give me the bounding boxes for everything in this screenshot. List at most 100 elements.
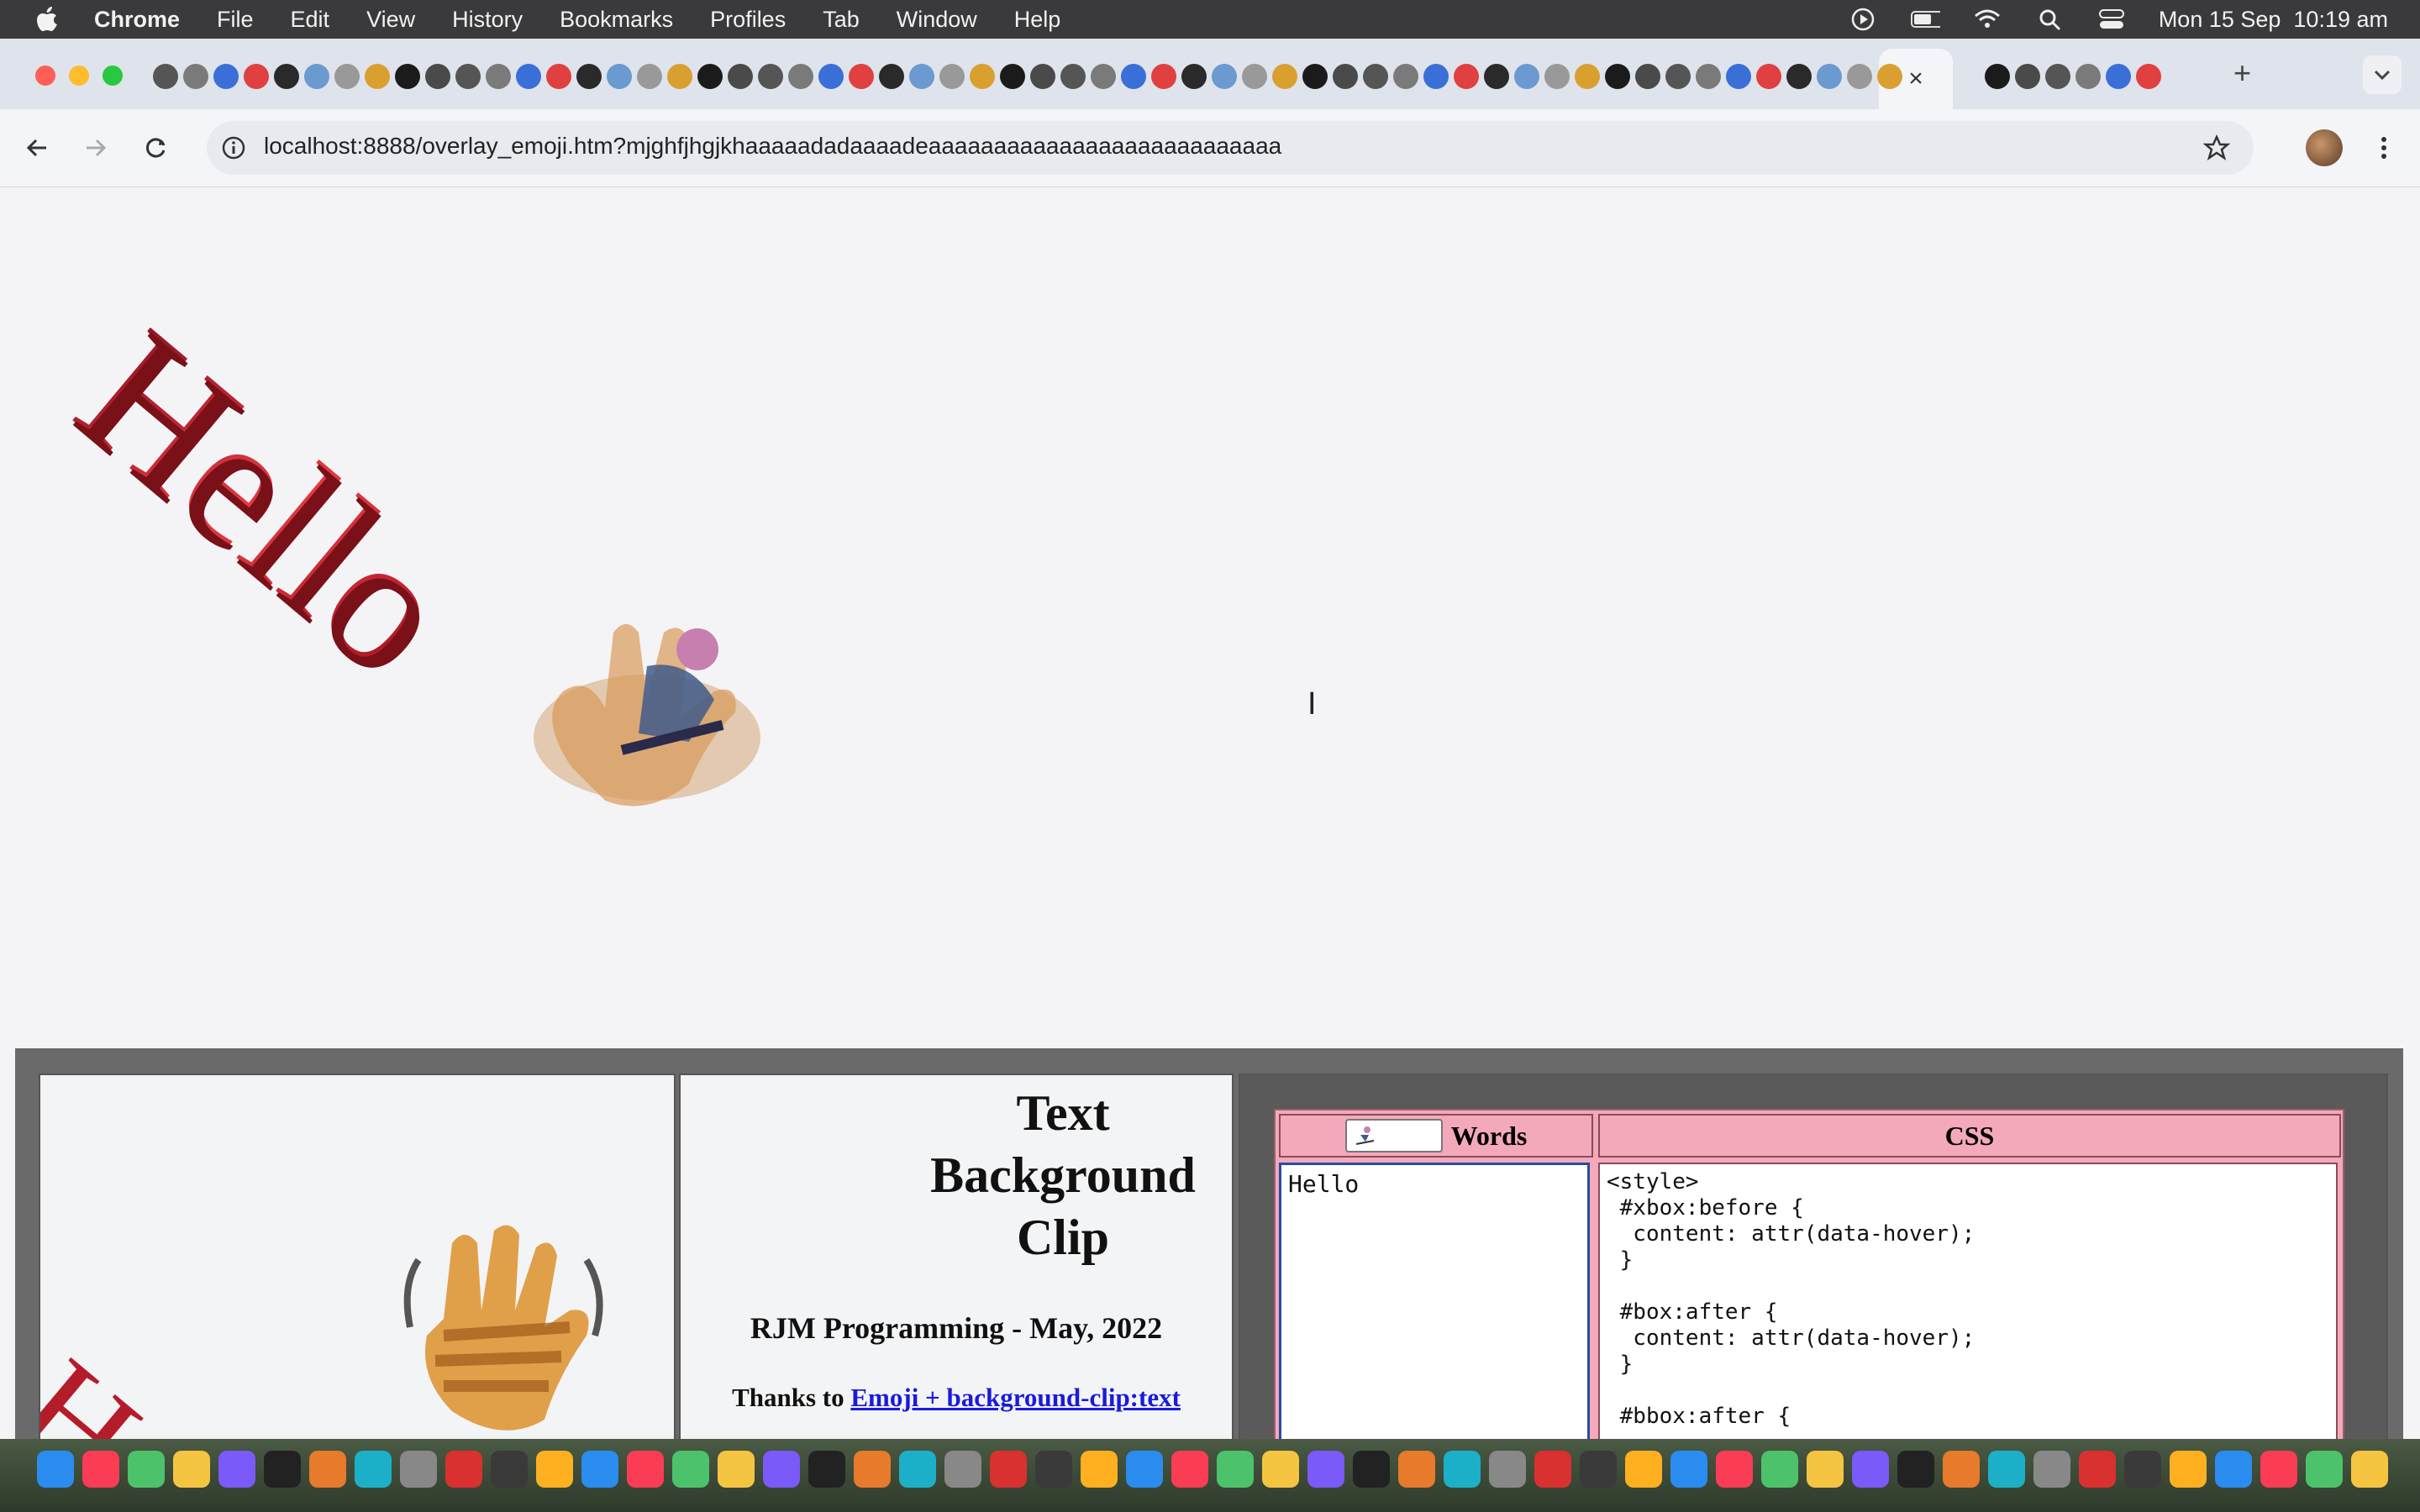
pinned-tab-favicon[interactable]	[909, 64, 934, 89]
pinned-tab-favicon[interactable]	[2045, 64, 2070, 89]
words-textarea[interactable]: Hello	[1279, 1163, 1590, 1439]
dock-app-icon[interactable]	[445, 1451, 482, 1488]
pinned-tab-favicon[interactable]	[334, 64, 360, 89]
menu-help[interactable]: Help	[1014, 7, 1061, 33]
dock-app-icon[interactable]	[672, 1451, 709, 1488]
pinned-tab-favicon[interactable]	[939, 64, 965, 89]
pinned-tab-favicon[interactable]	[395, 64, 420, 89]
dock-app-icon[interactable]	[82, 1451, 119, 1488]
pinned-tab-favicon[interactable]	[516, 64, 541, 89]
pinned-tab-favicon[interactable]	[1696, 64, 1721, 89]
pinned-tab-favicon[interactable]	[607, 64, 632, 89]
pinned-tab-favicon[interactable]	[1212, 64, 1237, 89]
css-textarea[interactable]: <style> #xbox:before { content: attr(dat…	[1598, 1163, 2338, 1439]
dock-app-icon[interactable]	[1670, 1451, 1707, 1488]
pinned-tab-favicon[interactable]	[2075, 64, 2101, 89]
pinned-tab-favicon[interactable]	[849, 64, 874, 89]
pinned-tab-favicon[interactable]	[576, 64, 602, 89]
pinned-tab-favicon[interactable]	[697, 64, 723, 89]
dock-app-icon[interactable]	[264, 1451, 301, 1488]
menu-file[interactable]: File	[217, 7, 254, 33]
pinned-tab-favicon[interactable]	[213, 64, 239, 89]
dock-app-icon[interactable]	[1943, 1451, 1980, 1488]
dock-app-icon[interactable]	[309, 1451, 346, 1488]
dock-app-icon[interactable]	[355, 1451, 392, 1488]
pinned-tab-favicon[interactable]	[1000, 64, 1025, 89]
dock-app-icon[interactable]	[37, 1451, 74, 1488]
pinned-tab-favicon[interactable]	[1151, 64, 1176, 89]
profile-avatar[interactable]	[2306, 129, 2343, 166]
pinned-tab-favicon[interactable]	[546, 64, 571, 89]
dock-app-icon[interactable]	[581, 1451, 618, 1488]
pinned-tab-favicon[interactable]	[1484, 64, 1509, 89]
dock-app-icon[interactable]	[1625, 1451, 1662, 1488]
pinned-tab-favicon[interactable]	[1393, 64, 1418, 89]
dock-app-icon[interactable]	[1852, 1451, 1889, 1488]
spotlight-search-icon[interactable]	[2034, 7, 2065, 32]
emoji-select[interactable]	[1344, 1119, 1443, 1152]
dock-app-icon[interactable]	[2033, 1451, 2070, 1488]
pinned-tab-favicon[interactable]	[153, 64, 178, 89]
dock-app-icon[interactable]	[1444, 1451, 1481, 1488]
pinned-tab-favicon[interactable]	[1544, 64, 1570, 89]
minimize-window-button[interactable]	[69, 66, 89, 86]
menu-profiles[interactable]: Profiles	[710, 7, 786, 33]
pinned-tab-favicon[interactable]	[455, 64, 481, 89]
pinned-tab-favicon[interactable]	[1454, 64, 1479, 89]
dock-app-icon[interactable]	[1398, 1451, 1435, 1488]
forward-button[interactable]	[77, 129, 114, 166]
dock-app-icon[interactable]	[763, 1451, 800, 1488]
pinned-tab-favicon[interactable]	[637, 64, 662, 89]
dock-app-icon[interactable]	[2306, 1451, 2343, 1488]
address-bar[interactable]: localhost:8888/overlay_emoji.htm?mjghfjh…	[207, 121, 2254, 175]
back-button[interactable]	[18, 129, 55, 166]
pinned-tab-favicon[interactable]	[183, 64, 208, 89]
dock-app-icon[interactable]	[2170, 1451, 2207, 1488]
new-tab-button[interactable]: +	[2233, 55, 2251, 91]
dock-app-icon[interactable]	[128, 1451, 165, 1488]
dock-app-icon[interactable]	[1035, 1451, 1072, 1488]
dock-app-icon[interactable]	[627, 1451, 664, 1488]
pinned-tab-favicon[interactable]	[1817, 64, 1842, 89]
dock-app-icon[interactable]	[1217, 1451, 1254, 1488]
dock-app-icon[interactable]	[944, 1451, 981, 1488]
dock-app-icon[interactable]	[491, 1451, 528, 1488]
close-window-button[interactable]	[35, 66, 55, 86]
dock-app-icon[interactable]	[1489, 1451, 1526, 1488]
dock-app-icon[interactable]	[173, 1451, 210, 1488]
dock-app-icon[interactable]	[990, 1451, 1027, 1488]
pinned-tab-favicon[interactable]	[1786, 64, 1812, 89]
dock-app-icon[interactable]	[2260, 1451, 2297, 1488]
control-center-icon[interactable]	[2096, 7, 2127, 32]
pinned-tab-favicon[interactable]	[758, 64, 783, 89]
dock-app-icon[interactable]	[1126, 1451, 1163, 1488]
pinned-tab-favicon[interactable]	[818, 64, 844, 89]
menu-history[interactable]: History	[452, 7, 523, 33]
dock-app-icon[interactable]	[1171, 1451, 1208, 1488]
pinned-tab-favicon[interactable]	[879, 64, 904, 89]
dock-app-icon[interactable]	[1897, 1451, 1934, 1488]
pinned-tab-favicon[interactable]	[1030, 64, 1055, 89]
pinned-tab-favicon[interactable]	[1665, 64, 1691, 89]
dock-app-icon[interactable]	[1262, 1451, 1299, 1488]
pinned-tab-favicon[interactable]	[667, 64, 692, 89]
dock-app-icon[interactable]	[1534, 1451, 1571, 1488]
pinned-tab-favicon[interactable]	[365, 64, 390, 89]
pinned-tab-favicon[interactable]	[1060, 64, 1086, 89]
site-info-icon[interactable]	[217, 131, 250, 165]
pinned-tab-favicon[interactable]	[304, 64, 329, 89]
zoom-window-button[interactable]	[103, 66, 123, 86]
pinned-tab-favicon[interactable]	[2136, 64, 2161, 89]
dock-app-icon[interactable]	[1988, 1451, 2025, 1488]
pinned-tab-favicon[interactable]	[1363, 64, 1388, 89]
pinned-tab-favicon[interactable]	[244, 64, 269, 89]
pinned-tab-favicon[interactable]	[1333, 64, 1358, 89]
pinned-tab-favicon[interactable]	[2106, 64, 2131, 89]
bookmark-star-icon[interactable]	[2200, 131, 2233, 165]
dock-app-icon[interactable]	[1807, 1451, 1844, 1488]
more-options-icon[interactable]	[2370, 129, 2398, 166]
pinned-tab-favicon[interactable]	[970, 64, 995, 89]
pinned-tab-favicon[interactable]	[1242, 64, 1267, 89]
dock-app-icon[interactable]	[1353, 1451, 1390, 1488]
reload-button[interactable]	[138, 129, 175, 166]
